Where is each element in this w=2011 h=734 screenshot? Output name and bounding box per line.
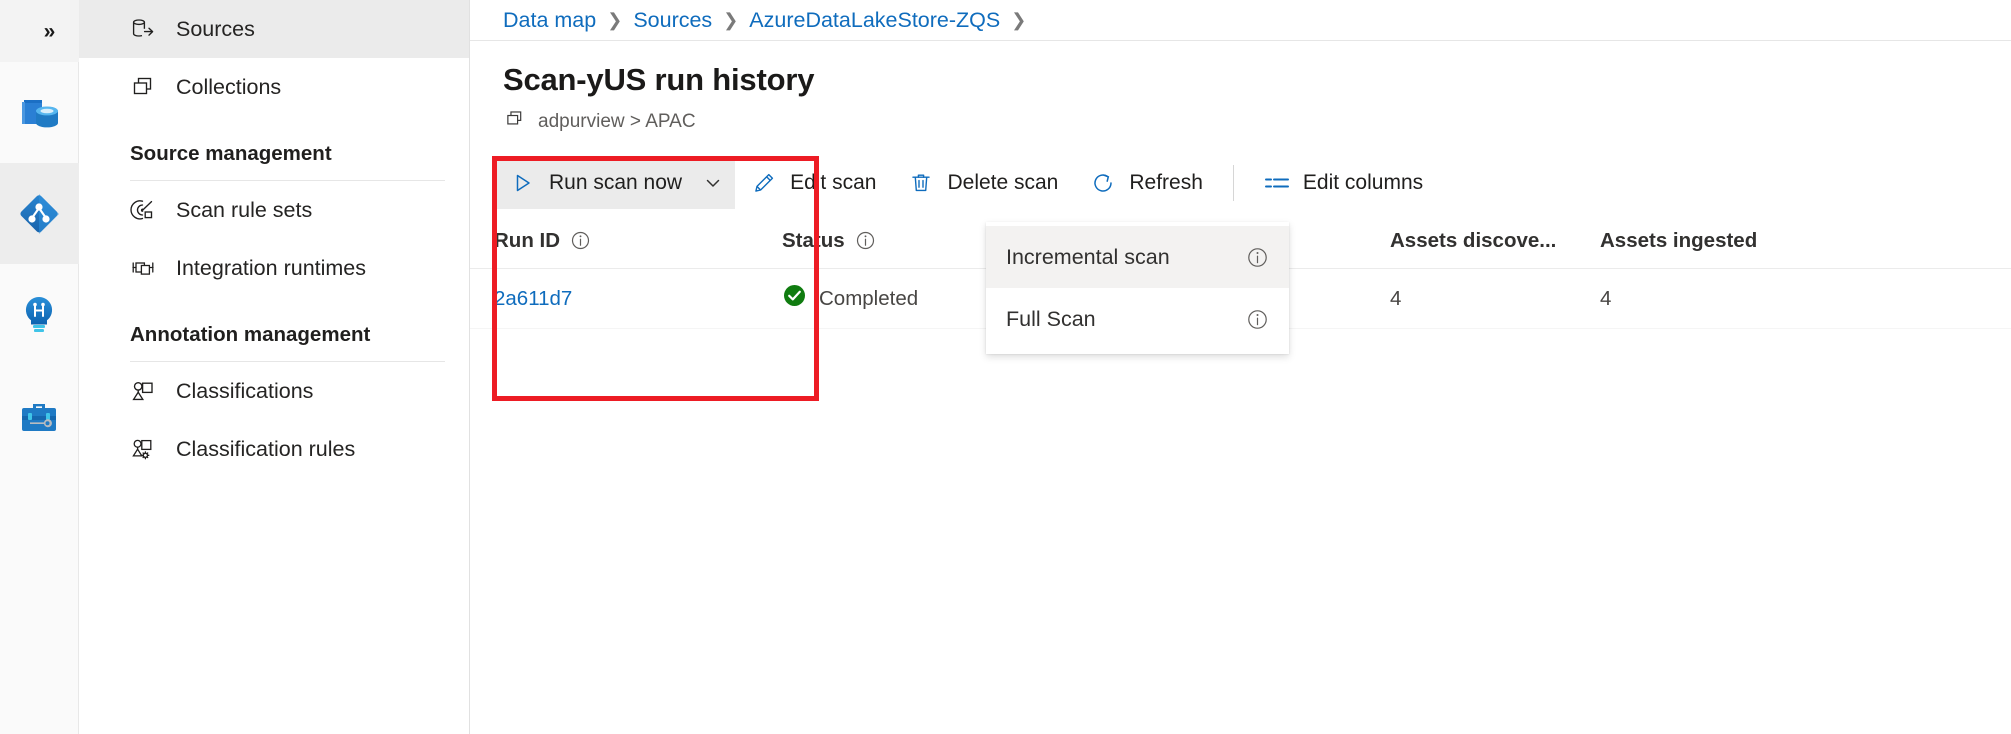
chevron-down-icon[interactable] xyxy=(704,174,722,192)
refresh-button[interactable]: Refresh xyxy=(1074,157,1219,209)
breadcrumb-item-sources[interactable]: Sources xyxy=(633,8,712,33)
run-scan-now-menu: Incremental scan Full Scan xyxy=(986,222,1289,354)
cell-assets-discovered: 4 xyxy=(1390,286,1402,310)
info-icon[interactable] xyxy=(855,230,876,251)
edit-scan-button[interactable]: Edit scan xyxy=(735,157,892,209)
cell-status-label: Completed xyxy=(819,286,919,310)
nav-group-source-management: Source management xyxy=(130,142,332,165)
sidebar-item-label: Integration runtimes xyxy=(176,255,367,280)
chevron-right-icon: ❯ xyxy=(723,9,739,30)
toolbox-icon xyxy=(16,393,62,439)
rail-item-data-insights[interactable] xyxy=(0,264,79,365)
integration-runtimes-icon xyxy=(130,255,156,281)
pencil-icon xyxy=(751,170,777,196)
edit-columns-label: Edit columns xyxy=(1302,171,1424,195)
classifications-icon xyxy=(130,378,156,404)
command-bar: Run scan now Edit scan Delete scan Refre… xyxy=(494,157,2011,210)
lightbulb-icon xyxy=(16,292,62,338)
sidebar-item-sources[interactable]: Sources xyxy=(79,0,469,58)
rail-item-data-catalog[interactable] xyxy=(0,62,79,163)
sidebar-item-label: Collections xyxy=(176,74,282,99)
icon-rail: » xyxy=(0,0,79,734)
chevron-right-icon: ❯ xyxy=(607,9,623,30)
delete-scan-label: Delete scan xyxy=(947,171,1059,195)
info-icon[interactable] xyxy=(1246,246,1269,269)
classification-rules-icon xyxy=(130,436,156,462)
nav-panel: Sources Collections Source management Sc… xyxy=(79,0,470,734)
menu-item-label: Full Scan xyxy=(1006,306,1096,331)
sidebar-item-integration-runtimes[interactable]: Integration runtimes xyxy=(79,239,469,297)
play-icon xyxy=(510,170,536,196)
run-scan-now-label: Run scan now xyxy=(549,171,683,195)
menu-item-incremental-scan[interactable]: Incremental scan xyxy=(986,226,1289,288)
cell-assets-ingested: 4 xyxy=(1600,286,1612,310)
collections-icon xyxy=(130,74,156,100)
nav-group-annotation-management: Annotation management xyxy=(130,323,371,346)
sidebar-item-label: Sources xyxy=(176,16,255,41)
double-chevron-right-icon: » xyxy=(43,19,56,43)
collections-icon xyxy=(503,108,526,136)
menu-item-full-scan[interactable]: Full Scan xyxy=(986,288,1289,350)
breadcrumb: Data map ❯ Sources ❯ AzureDataLakeStore-… xyxy=(470,0,2011,41)
sidebar-item-classification-rules[interactable]: Classification rules xyxy=(79,420,469,478)
page-subtitle: adpurview > APAC xyxy=(503,108,2011,136)
check-circle-icon xyxy=(782,283,807,314)
breadcrumb-item-datasource[interactable]: AzureDataLakeStore-ZQS xyxy=(749,8,1000,33)
main-content: Data map ❯ Sources ❯ AzureDataLakeStore-… xyxy=(470,0,2011,734)
edit-scan-label: Edit scan xyxy=(790,171,877,195)
trash-icon xyxy=(908,170,934,196)
edit-columns-icon xyxy=(1264,170,1290,196)
sidebar-item-classifications[interactable]: Classifications xyxy=(79,362,469,420)
refresh-label: Refresh xyxy=(1129,171,1203,195)
page-title: Scan-yUS run history xyxy=(503,62,815,97)
info-icon[interactable] xyxy=(1246,308,1269,331)
column-header-assets-discovered[interactable]: Assets discove... xyxy=(1390,229,1600,253)
column-header-status[interactable]: Status xyxy=(782,229,988,253)
column-header-assets-ingested[interactable]: Assets ingested xyxy=(1600,229,1830,253)
menu-item-label: Incremental scan xyxy=(1006,244,1170,269)
column-header-label: Status xyxy=(782,228,845,252)
data-map-icon xyxy=(16,191,62,237)
refresh-icon xyxy=(1090,170,1116,196)
run-scan-now-button[interactable]: Run scan now xyxy=(494,157,736,210)
sidebar-item-label: Scan rule sets xyxy=(176,197,313,222)
info-icon[interactable] xyxy=(570,230,591,251)
command-bar-divider xyxy=(1232,165,1234,202)
cell-status: Completed xyxy=(782,283,988,314)
sidebar-item-label: Classification rules xyxy=(176,436,356,461)
chevron-right-icon: ❯ xyxy=(1011,9,1027,30)
app-root: » Sources Collections Source management … xyxy=(0,0,2011,734)
breadcrumb-item-data-map[interactable]: Data map xyxy=(503,8,596,33)
delete-scan-button[interactable]: Delete scan xyxy=(892,157,1074,209)
sidebar-item-label: Classifications xyxy=(176,378,314,403)
sources-icon xyxy=(130,16,156,42)
page-header: Scan-yUS run history adpurview > APAC xyxy=(470,41,2011,136)
column-header-label: Run ID xyxy=(494,228,561,252)
sidebar-item-scan-rule-sets[interactable]: Scan rule sets xyxy=(79,181,469,239)
edit-columns-button[interactable]: Edit columns xyxy=(1248,157,1439,209)
sidebar-item-collections[interactable]: Collections xyxy=(79,58,469,116)
column-header-run-id[interactable]: Run ID xyxy=(494,229,782,253)
page-subtitle-text: adpurview > APAC xyxy=(538,111,696,133)
scan-rule-sets-icon xyxy=(130,197,156,223)
data-catalog-icon xyxy=(16,90,62,136)
cell-run-id[interactable]: 2a611d7 xyxy=(494,287,782,311)
rail-item-management[interactable] xyxy=(0,365,79,466)
rail-item-data-map[interactable] xyxy=(0,163,79,264)
rail-collapse-button[interactable]: » xyxy=(0,0,79,62)
